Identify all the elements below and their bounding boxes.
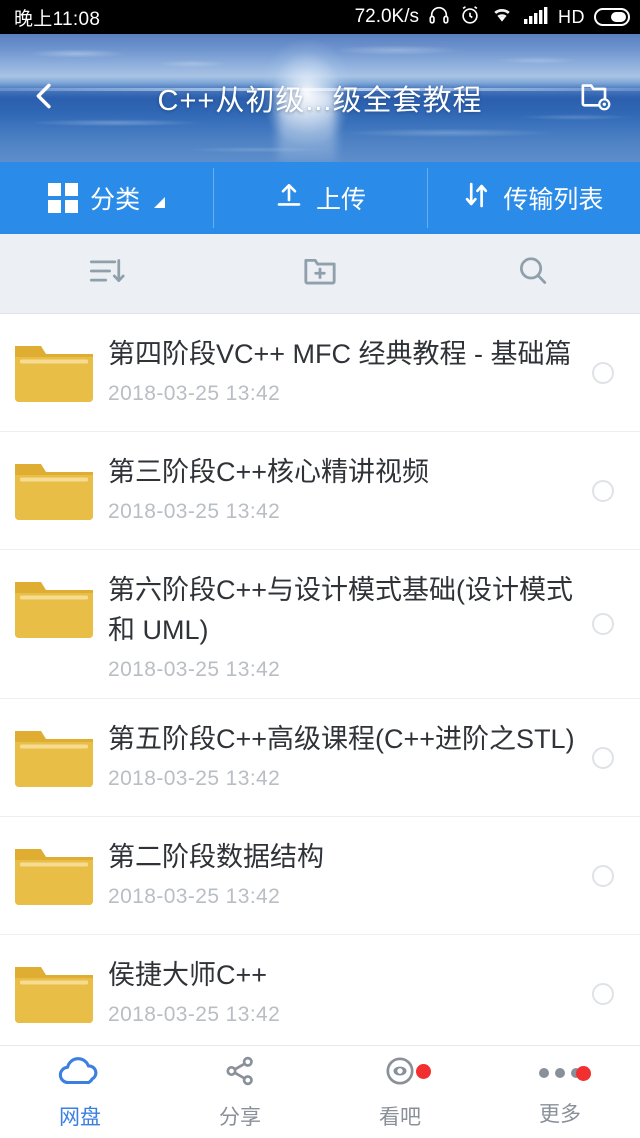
row-select-radio[interactable] — [592, 613, 614, 635]
signal-bars-icon — [523, 4, 549, 31]
hd-indicator: HD — [558, 6, 585, 27]
new-folder-button[interactable] — [213, 254, 426, 293]
file-name: 侯捷大师C++ — [108, 960, 268, 990]
folder-icon — [0, 570, 108, 642]
file-date: 2018-03-25 13:42 — [108, 382, 281, 405]
file-date: 2018-03-25 13:42 — [108, 885, 281, 908]
wifi-icon — [490, 4, 514, 31]
table-row[interactable]: 第二阶段数据结构 2018-03-25 13:42 — [0, 817, 640, 935]
row-select-radio[interactable] — [592, 864, 614, 887]
alarm-clock-icon — [459, 4, 481, 31]
table-row[interactable]: 第六阶段C++与设计模式基础(设计模式和 UML) 2018-03-25 13:4… — [0, 550, 640, 699]
file-name: 第三阶段C++核心精讲视频 — [108, 457, 430, 487]
file-meta: 第四阶段VC++ MFC 经典教程 - 基础篇 2018-03-25 13:42 — [108, 334, 640, 406]
tool-strip — [0, 234, 640, 314]
grid-icon — [48, 183, 79, 213]
table-row[interactable]: 第三阶段C++核心精讲视频 2018-03-25 13:42 — [0, 432, 640, 550]
header-bar: C++从初级...级全套教程 — [0, 34, 640, 162]
upload-label: 上传 — [315, 186, 366, 214]
back-chevron-icon — [27, 79, 61, 118]
nav-item-more[interactable]: 更多 — [480, 1056, 640, 1128]
folder-settings-button[interactable] — [570, 72, 622, 124]
folder-icon — [0, 334, 108, 406]
share-icon — [220, 1054, 260, 1093]
more-icon — [539, 1056, 581, 1090]
battery-icon — [594, 8, 630, 26]
folder-icon — [0, 837, 108, 909]
search-button[interactable] — [427, 254, 640, 293]
file-meta: 第二阶段数据结构 2018-03-25 13:42 — [108, 837, 640, 909]
file-list: 第四阶段VC++ MFC 经典教程 - 基础篇 2018-03-25 13:42 第… — [0, 314, 640, 1053]
upload-button[interactable]: 上传 — [213, 162, 426, 234]
row-select-radio[interactable] — [592, 982, 614, 1005]
file-meta: 第五阶段C++高级课程(C++进阶之STL) 2018-03-25 13:42 — [108, 719, 640, 791]
table-row[interactable]: 侯捷大师C++ 2018-03-25 13:42 — [0, 935, 640, 1053]
search-icon — [513, 254, 553, 293]
category-label: 分类 — [90, 186, 141, 214]
file-date: 2018-03-25 13:42 — [108, 767, 281, 790]
file-meta: 侯捷大师C++ 2018-03-25 13:42 — [108, 955, 640, 1027]
folder-icon — [0, 955, 108, 1027]
file-date: 2018-03-25 13:42 — [108, 658, 281, 681]
back-button[interactable] — [18, 72, 70, 124]
table-row[interactable]: 第五阶段C++高级课程(C++进阶之STL) 2018-03-25 13:42 — [0, 699, 640, 817]
eye-icon — [380, 1054, 420, 1093]
status-bar: 晚上11:08 72.0K/s HD — [0, 0, 640, 34]
folder-icon — [0, 719, 108, 791]
sort-icon — [87, 254, 127, 293]
nav-label-cloud: 网盘 — [59, 1105, 101, 1129]
upload-icon — [274, 180, 304, 217]
category-button[interactable]: 分类 — [0, 162, 213, 234]
action-bar: 分类 上传 传输列表 — [0, 162, 640, 234]
network-speed: 72.0K/s — [354, 6, 419, 27]
cloud-icon — [57, 1054, 103, 1093]
row-select-radio[interactable] — [592, 746, 614, 769]
bottom-nav: 网盘 分享 看吧 更多 — [0, 1045, 640, 1138]
transfer-list-button[interactable]: 传输列表 — [426, 162, 640, 234]
file-meta: 第三阶段C++核心精讲视频 2018-03-25 13:42 — [108, 452, 640, 524]
nav-item-watch[interactable]: 看吧 — [320, 1054, 480, 1131]
nav-item-cloud[interactable]: 网盘 — [0, 1054, 160, 1131]
row-select-radio[interactable] — [592, 479, 614, 502]
caret-up-icon — [154, 196, 166, 208]
table-row[interactable]: 第四阶段VC++ MFC 经典教程 - 基础篇 2018-03-25 13:42 — [0, 314, 640, 432]
more-badge — [575, 1066, 591, 1081]
file-date: 2018-03-25 13:42 — [108, 500, 281, 523]
folder-icon — [0, 452, 108, 524]
status-clock: 晚上11:08 — [14, 8, 101, 30]
nav-label-watch: 看吧 — [379, 1105, 421, 1129]
file-meta: 第六阶段C++与设计模式基础(设计模式和 UML) 2018-03-25 13:4… — [108, 570, 640, 682]
watch-badge — [415, 1063, 431, 1079]
headset-icon — [428, 4, 450, 31]
new-folder-icon — [300, 254, 340, 293]
page-title: C++从初级...级全套教程 — [157, 85, 483, 117]
nav-label-share: 分享 — [219, 1105, 261, 1129]
sort-button[interactable] — [0, 254, 213, 293]
file-name: 第五阶段C++高级课程(C++进阶之STL) — [108, 724, 575, 754]
status-icons: 72.0K/s HD — [355, 4, 630, 31]
nav-label-more: 更多 — [539, 1103, 581, 1126]
header-banner: C++从初级...级全套教程 — [0, 34, 640, 162]
file-name: 第六阶段C++与设计模式基础(设计模式和 UML) — [108, 575, 574, 645]
folder-settings-icon — [578, 78, 614, 119]
transfer-icon — [463, 180, 491, 217]
file-date: 2018-03-25 13:42 — [108, 1003, 281, 1026]
file-name: 第二阶段数据结构 — [108, 842, 324, 872]
file-name: 第四阶段VC++ MFC 经典教程 - 基础篇 — [108, 339, 572, 369]
nav-item-share[interactable]: 分享 — [160, 1054, 320, 1131]
row-select-radio[interactable] — [592, 361, 614, 384]
transfer-list-label: 传输列表 — [503, 186, 604, 214]
